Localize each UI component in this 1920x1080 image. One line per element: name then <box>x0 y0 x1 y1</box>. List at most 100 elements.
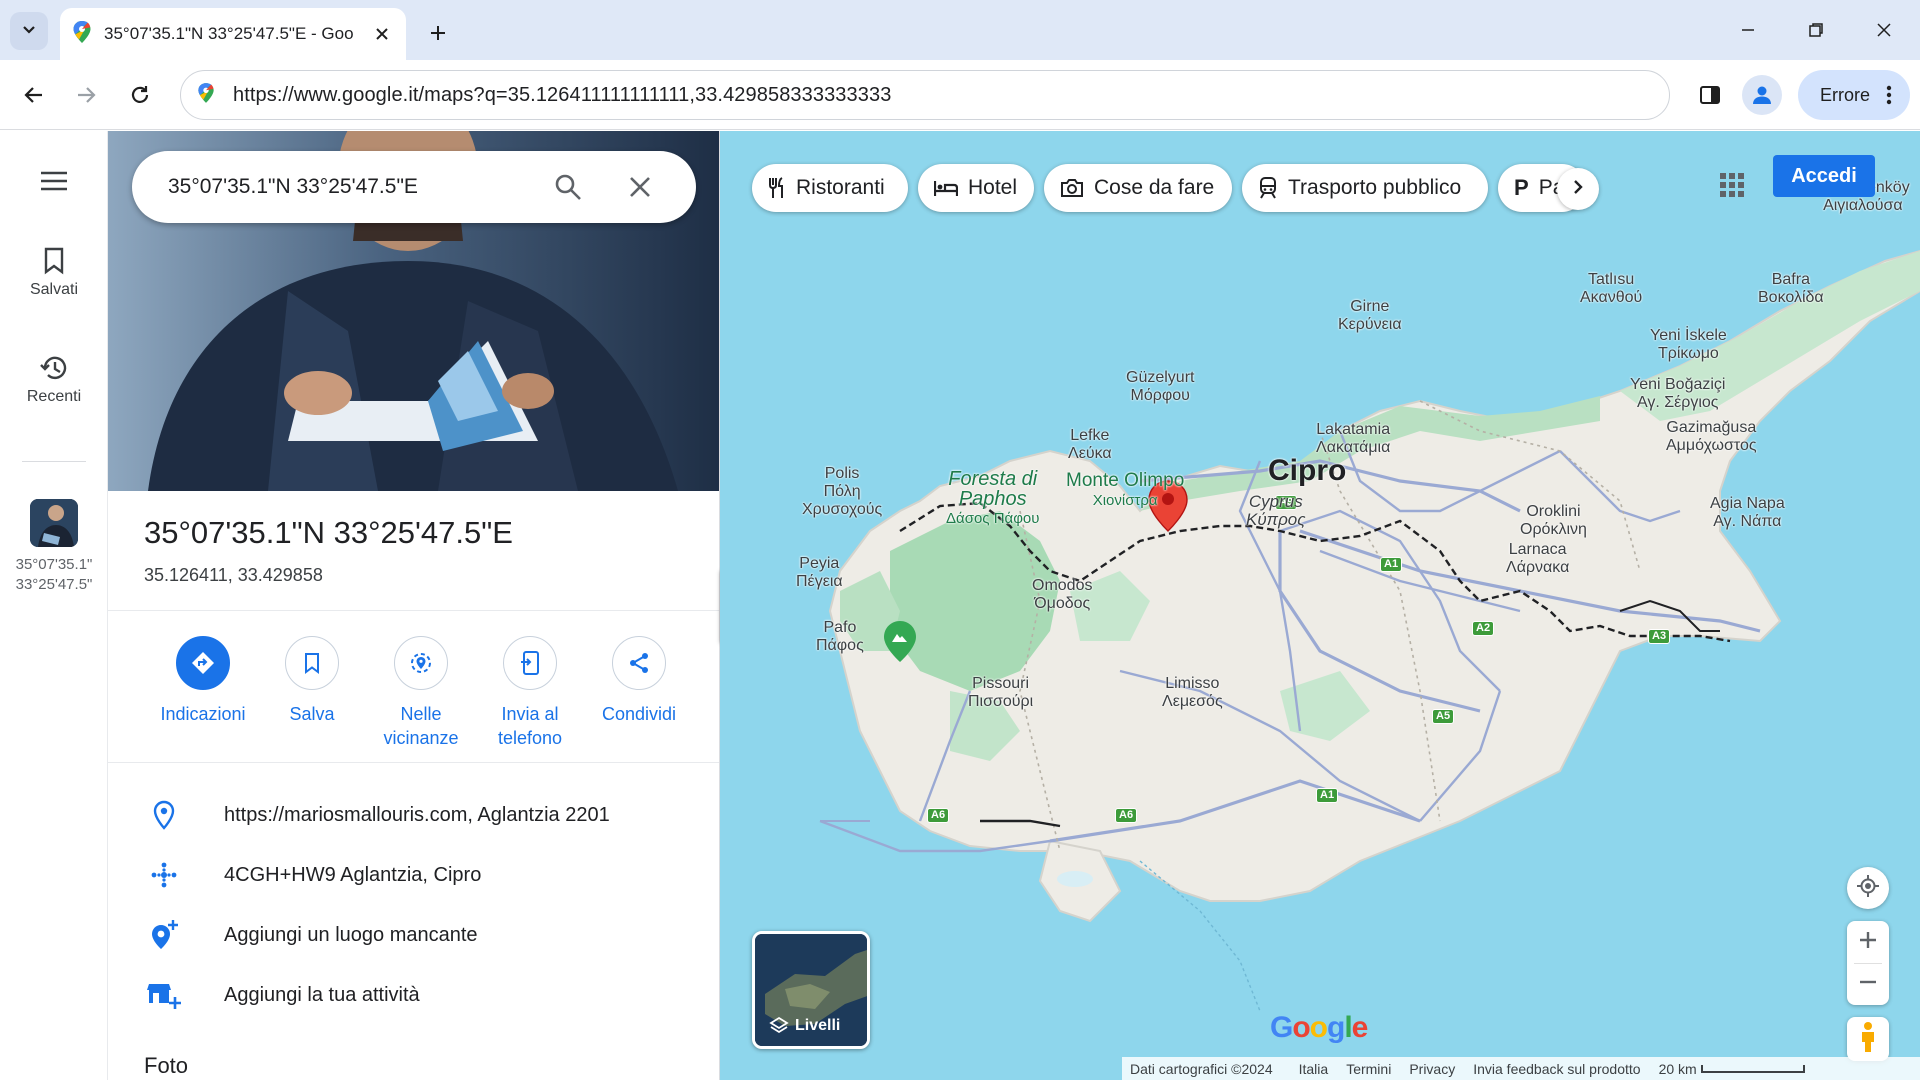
chips-next-button[interactable] <box>1557 168 1599 210</box>
close-window-icon[interactable] <box>1864 10 1904 50</box>
category-chips: Ristoranti Hotel Cose da fare Trasporto … <box>752 164 1612 212</box>
map-label-yeni-iskele[interactable]: Yeni İskele Τρίκωμο <box>1650 327 1727 363</box>
address-row[interactable]: https://mariosmallouris.com, Aglantzia 2… <box>108 787 719 843</box>
sign-in-button[interactable]: Accedi <box>1773 155 1875 197</box>
label-line: Χιονίστρα <box>1092 492 1158 509</box>
minimize-window-icon[interactable] <box>1728 10 1768 50</box>
saved-button[interactable]: Salvati <box>0 247 108 299</box>
nearby-button[interactable]: Nelle vicinanze <box>366 636 476 750</box>
label-line: Foresta di <box>948 468 1038 490</box>
directions-button[interactable]: Indicazioni <box>148 636 258 726</box>
chip-label: Ristoranti <box>796 176 885 199</box>
address-bar[interactable]: https://www.google.it/maps?q=35.12641111… <box>180 70 1670 120</box>
save-button[interactable]: Salva <box>257 636 367 726</box>
recent-label: Recenti <box>26 388 82 405</box>
profile-error-chip[interactable]: Errore <box>1798 70 1910 120</box>
back-arrow-icon[interactable] <box>14 75 54 115</box>
error-chip-label: Errore <box>1820 84 1871 105</box>
map-label-peyia[interactable]: Peyia Πέγεια <box>796 555 843 591</box>
zoom-out-button[interactable] <box>1859 964 1877 1005</box>
bookmark-icon <box>0 247 108 275</box>
browser-toolbar: https://www.google.it/maps?q=35.12641111… <box>0 60 1920 130</box>
more-vertical-icon <box>1886 85 1892 110</box>
recent-place-thumbnail[interactable] <box>30 499 78 547</box>
map-label-country[interactable]: Cipro <box>1268 456 1346 486</box>
map-label-girne[interactable]: Girne Κερύνεια <box>1338 298 1402 334</box>
layers-label: Livelli <box>769 1016 840 1036</box>
map-label-pafo[interactable]: Pafo Πάφος <box>816 619 864 655</box>
chip-restaurants[interactable]: Ristoranti <box>752 164 908 212</box>
browser-tab-strip: 35°07'35.1"N 33°25'47.5"E - Google Maps <box>0 0 1920 60</box>
footer-country-link[interactable]: Italia <box>1299 1061 1329 1077</box>
map-label-pissouri[interactable]: Pissouri Πισσούρι <box>968 675 1033 711</box>
cyprus-map-graphic <box>819 249 1920 1012</box>
map-label-lefke[interactable]: Lefke Λεύκα <box>1068 427 1112 463</box>
street-view-pegman-button[interactable] <box>1847 1017 1889 1061</box>
layers-button[interactable]: Livelli <box>752 931 870 1049</box>
side-panel-icon[interactable] <box>1690 75 1730 115</box>
map-label-gazimagusa[interactable]: Gazimağusa Αμμόχωστος <box>1666 419 1757 455</box>
map-label-guzelyurt[interactable]: Güzelyurt Μόρφου <box>1126 369 1194 405</box>
google-apps-icon[interactable] <box>1708 161 1756 209</box>
chip-hotels[interactable]: Hotel <box>918 164 1034 212</box>
map-canvas[interactable]: A9 A1 A2 A3 A5 A1 A6 A6 Girne Κερύνεια Ta… <box>720 131 1920 1080</box>
profile-avatar-icon[interactable] <box>1742 75 1782 115</box>
parking-icon: P <box>1514 175 1529 200</box>
map-label-foresta[interactable]: Foresta di Paphos Δάσος Πάφου <box>946 469 1039 529</box>
plus-code-row[interactable]: 4CGH+HW9 Aglantzia, Cipro <box>108 847 719 903</box>
map-label-tatlisu[interactable]: Tatlısu Ακανθού <box>1580 271 1642 307</box>
add-location-icon <box>134 919 194 951</box>
my-location-button[interactable] <box>1847 867 1889 909</box>
reload-icon[interactable] <box>120 75 160 115</box>
add-place-row[interactable]: Aggiungi un luogo mancante <box>108 907 719 963</box>
forward-arrow-icon[interactable] <box>66 75 106 115</box>
map-label-oroklini[interactable]: Oroklini Ορόκλινη <box>1520 503 1587 539</box>
zoom-in-button[interactable] <box>1859 921 1877 963</box>
add-business-row[interactable]: Aggiungi la tua attività <box>108 967 719 1023</box>
label-line: Agia Napa <box>1710 495 1785 512</box>
map-label-bafra[interactable]: Bafra Βοκολίδα <box>1758 271 1824 307</box>
tab-search-button[interactable] <box>10 12 48 50</box>
search-box[interactable]: 35°07'35.1"N 33°25'47.5"E <box>132 151 696 223</box>
map-label-polis[interactable]: Polis Πόλη Χρυσοχούς <box>802 465 882 519</box>
map-label-agia-napa[interactable]: Agia Napa Αγ. Νάπα <box>1710 495 1785 531</box>
footer-privacy-link[interactable]: Privacy <box>1409 1061 1455 1077</box>
maps-pin-favicon-icon <box>72 20 92 49</box>
close-tab-icon[interactable] <box>370 22 394 46</box>
footer-terms-link[interactable]: Termini <box>1346 1061 1391 1077</box>
new-tab-button[interactable] <box>420 15 456 51</box>
search-icon[interactable] <box>550 169 586 205</box>
browser-tab-active[interactable]: 35°07'35.1"N 33°25'47.5"E - Google Maps <box>60 8 406 60</box>
label-line: Lefke <box>1070 427 1110 444</box>
label-line: Όμοδος <box>1034 595 1091 612</box>
label-line: Πισσούρι <box>968 693 1034 710</box>
add-business-icon <box>134 979 194 1011</box>
map-label-lakatamia[interactable]: Lakatamia Λακατάμια <box>1316 421 1390 457</box>
menu-button[interactable] <box>0 171 108 197</box>
map-label-olimpo[interactable]: Monte Olimpo Χιονίστρα <box>1066 471 1184 511</box>
nearby-label: Nelle vicinanze <box>383 704 459 748</box>
label-line: Αμμόχωστος <box>1666 437 1757 454</box>
scale-bar-label[interactable]: 20 km <box>1659 1061 1697 1077</box>
label-line: Peyia <box>799 555 840 572</box>
map-label-omodos[interactable]: Omodos Όμοδος <box>1032 577 1092 613</box>
clear-search-icon[interactable] <box>622 169 658 205</box>
send-to-phone-button[interactable]: Invia al telefono <box>475 636 585 750</box>
chip-things-to-do[interactable]: Cose da fare <box>1044 164 1232 212</box>
recent-button[interactable]: Recenti <box>0 354 108 406</box>
footer-feedback-link[interactable]: Invia feedback sul prodotto <box>1473 1061 1640 1077</box>
label-line: Bafra <box>1771 271 1810 288</box>
chip-public-transport[interactable]: Trasporto pubblico <box>1242 164 1488 212</box>
map-data-attribution[interactable]: Dati cartografici ©2024 <box>1130 1061 1273 1077</box>
share-button[interactable]: Condividi <box>584 636 694 726</box>
map-label-yeni-bogazici[interactable]: Yeni Boğaziçi Αγ. Σέργιος <box>1630 376 1725 412</box>
restore-window-icon[interactable] <box>1796 10 1836 50</box>
map-label-limisso[interactable]: Limisso Λεμεσός <box>1162 675 1223 711</box>
recent-place-label[interactable]: 35°07'35.1" 33°25'47.5" <box>0 555 108 595</box>
search-input[interactable]: 35°07'35.1"N 33°25'47.5"E <box>168 175 548 199</box>
label-line: Κερύνεια <box>1338 316 1402 333</box>
plus-code-text: 4CGH+HW9 Aglantzia, Cipro <box>224 863 482 886</box>
location-pin-icon <box>134 800 194 830</box>
camera-icon <box>1060 178 1084 198</box>
map-label-larnaca[interactable]: Larnaca Λάρνακα <box>1506 541 1569 577</box>
